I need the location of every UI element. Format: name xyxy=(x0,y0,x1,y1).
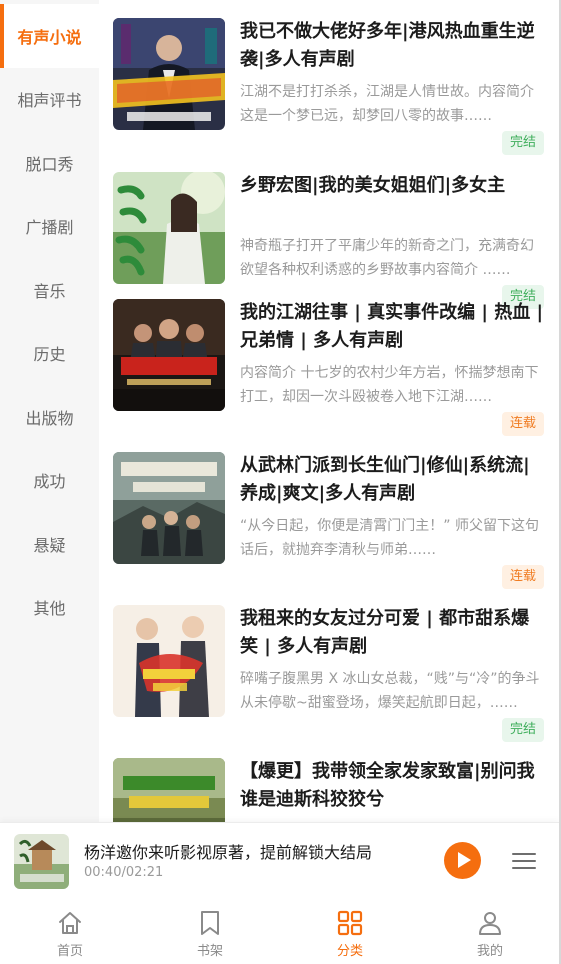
book-list: 我已不做大佬好多年|港风热血重生逆袭|多人有声剧 江湖不是打打杀杀，江湖是人情世… xyxy=(99,0,559,822)
book-title: 我的江湖往事 | 真实事件改编 | 热血 | 兄弟情 | 多人有声剧 xyxy=(240,302,544,351)
book-description: 内容简介 十七岁的农村少年方岩，怀揣梦想南下打工，却因一次斗殴被卷入地下江湖…… xyxy=(240,365,539,405)
sidebar-item-label: 脱口秀 xyxy=(25,155,74,174)
player-title: 杨洋邀你来听影视原著，提前解锁大结局 xyxy=(84,843,373,862)
play-icon[interactable] xyxy=(444,842,481,879)
book-description: 神奇瓶子打开了平庸少年的新奇之门，充满奇幻欲望各种权利诱惑的乡野故事内容简介 …… xyxy=(240,238,534,278)
book-item[interactable]: 我租来的女友过分可爱 | 都市甜系爆笑 | 多人有声剧 碎嘴子腹黑男 X 冰山女… xyxy=(99,587,559,742)
playlist-icon[interactable] xyxy=(512,852,536,870)
book-description: 碎嘴子腹黑男 X 冰山女总裁，“贱”与“冷”的争斗从未停歇~甜蜜登场，爆笑起航即… xyxy=(240,671,540,711)
tab-label: 书架 xyxy=(196,944,223,959)
book-item[interactable]: 【爆更】我带领全家发家致富|别问我谁是迪斯科狡狡兮 xyxy=(99,740,559,822)
tab-label: 我的 xyxy=(476,944,503,959)
tab-profile[interactable]: 我的 xyxy=(420,898,560,964)
app-screen: 有声小说 相声评书 脱口秀 广播剧 音乐 历史 出版物 成功 悬疑 其他 我已不… xyxy=(0,0,561,964)
sidebar-item-label: 广播剧 xyxy=(25,218,74,237)
book-cover[interactable] xyxy=(113,758,225,822)
tab-label: 分类 xyxy=(336,944,363,959)
sidebar-item-label: 成功 xyxy=(33,472,66,491)
sidebar-item-history[interactable]: 历史 xyxy=(0,321,99,385)
sidebar-item-label: 其他 xyxy=(33,599,66,618)
tab-home[interactable]: 首页 xyxy=(0,898,140,964)
sidebar-item-label: 悬疑 xyxy=(33,536,66,555)
sidebar-item-suspense[interactable]: 悬疑 xyxy=(0,512,99,576)
bookmark-icon xyxy=(201,911,219,935)
sidebar-item-audio-novel[interactable]: 有声小说 xyxy=(0,4,99,68)
player-time: 00:40/02:21 xyxy=(84,865,164,880)
book-description: 江湖不是打打杀杀，江湖是人情世故。内容简介 这是一个梦已远，却梦回八零的故事…… xyxy=(240,84,534,124)
book-item[interactable]: 我已不做大佬好多年|港风热血重生逆袭|多人有声剧 江湖不是打打杀杀，江湖是人情世… xyxy=(99,0,559,155)
sidebar-item-talk-show[interactable]: 脱口秀 xyxy=(0,131,99,195)
status-badge: 连载 xyxy=(501,412,544,436)
book-cover[interactable] xyxy=(113,452,225,564)
book-title: 【爆更】我带领全家发家致富|别问我谁是迪斯科狡狡兮 xyxy=(240,761,535,810)
bottom-tab-bar: 首页 书架 分类 我的 xyxy=(0,898,559,964)
tab-bookshelf[interactable]: 书架 xyxy=(140,898,280,964)
book-cover[interactable] xyxy=(113,18,225,130)
sidebar-item-publications[interactable]: 出版物 xyxy=(0,385,99,449)
sidebar-item-label: 有声小说 xyxy=(17,28,82,47)
book-item[interactable]: 从武林门派到长生仙门|修仙|系统流|养成|爽文|多人有声剧 “从今日起，你便是清… xyxy=(99,434,559,589)
sidebar-item-crosstalk[interactable]: 相声评书 xyxy=(0,67,99,131)
book-cover[interactable] xyxy=(113,605,225,717)
book-cover[interactable] xyxy=(113,172,225,284)
player-cover[interactable] xyxy=(14,834,69,889)
book-item[interactable]: 我的江湖往事 | 真实事件改编 | 热血 | 兄弟情 | 多人有声剧 内容简介 … xyxy=(99,281,559,436)
sidebar-item-label: 相声评书 xyxy=(17,91,82,110)
sidebar-item-music[interactable]: 音乐 xyxy=(0,258,99,322)
status-badge: 连载 xyxy=(501,565,544,589)
sidebar-item-label: 音乐 xyxy=(33,282,66,301)
status-badge: 完结 xyxy=(501,131,544,155)
book-title: 我租来的女友过分可爱 | 都市甜系爆笑 | 多人有声剧 xyxy=(240,608,530,657)
book-title: 乡野宏图|我的美女姐姐们|多女主 xyxy=(240,175,506,196)
status-badge: 完结 xyxy=(501,718,544,742)
book-description: “从今日起，你便是清霄门门主！” 师父留下这句话后，就抛弃李清秋与师弟…… xyxy=(240,518,539,558)
grid-icon xyxy=(337,910,363,936)
home-icon xyxy=(59,912,81,934)
mini-player[interactable]: 杨洋邀你来听影视原著，提前解锁大结局 00:40/02:21 xyxy=(0,822,559,898)
sidebar-item-label: 历史 xyxy=(33,345,66,364)
book-title: 我已不做大佬好多年|港风热血重生逆袭|多人有声剧 xyxy=(240,21,535,70)
tab-label: 首页 xyxy=(56,944,83,959)
book-cover[interactable] xyxy=(113,299,225,411)
tab-category[interactable]: 分类 xyxy=(280,898,420,964)
book-title: 从武林门派到长生仙门|修仙|系统流|养成|爽文|多人有声剧 xyxy=(240,455,530,504)
sidebar-item-radio-drama[interactable]: 广播剧 xyxy=(0,194,99,258)
sidebar-item-success[interactable]: 成功 xyxy=(0,448,99,512)
category-sidebar: 有声小说 相声评书 脱口秀 广播剧 音乐 历史 出版物 成功 悬疑 其他 xyxy=(0,0,99,822)
user-icon xyxy=(479,912,501,935)
sidebar-item-label: 出版物 xyxy=(25,409,74,428)
sidebar-item-other[interactable]: 其他 xyxy=(0,575,99,639)
